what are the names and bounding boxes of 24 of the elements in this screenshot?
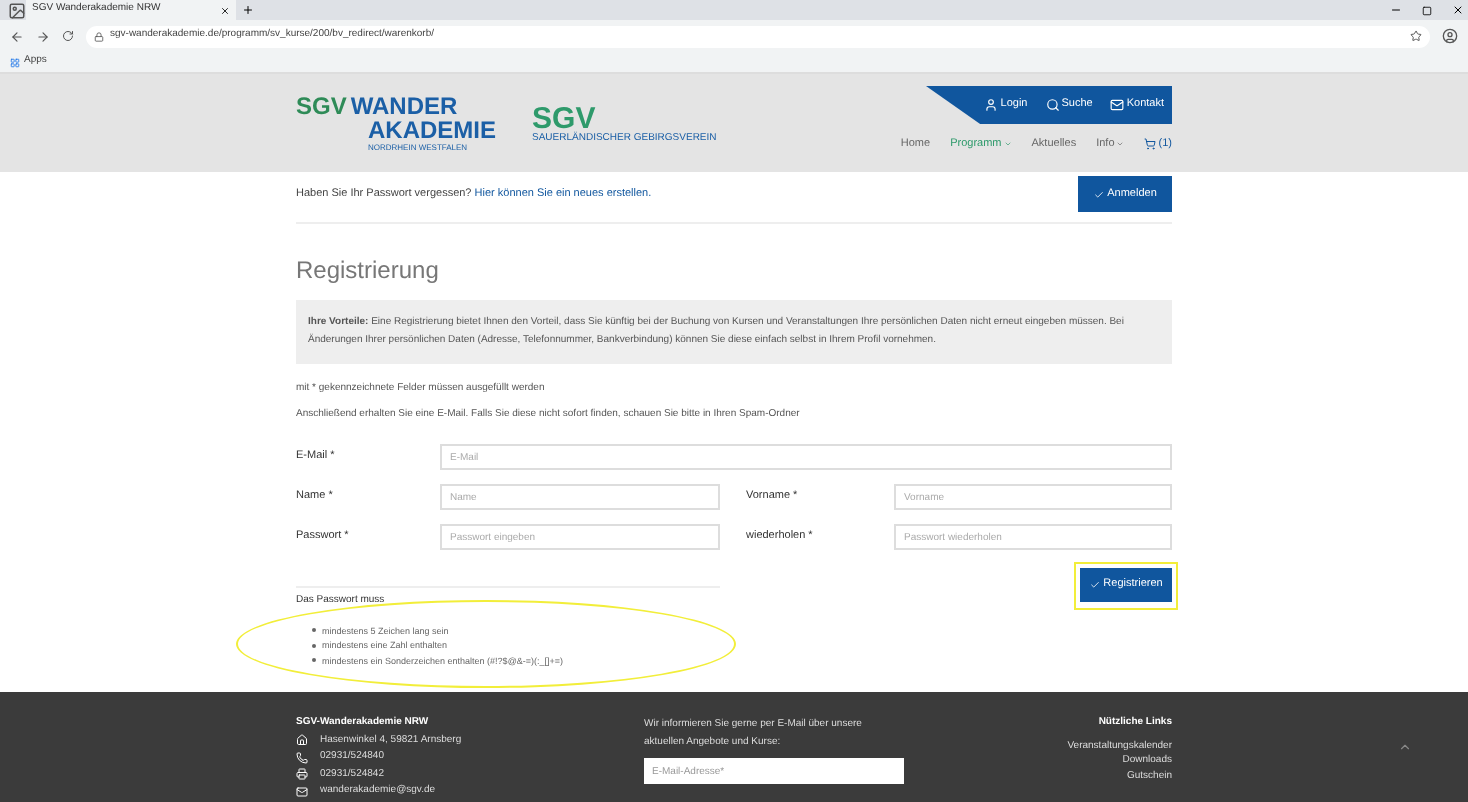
mail-icon: [1110, 98, 1125, 112]
scroll-top-icon[interactable]: [1398, 740, 1412, 754]
bookmark-star-icon[interactable]: [1410, 30, 1422, 42]
minimize-icon[interactable]: [1390, 4, 1402, 16]
mail-icon: [296, 785, 308, 798]
search-icon: [1045, 98, 1060, 112]
reload-icon[interactable]: [62, 30, 74, 42]
user-icon: [984, 98, 999, 112]
printer-icon: [296, 768, 308, 781]
new-tab-icon[interactable]: [242, 4, 254, 16]
phone-icon: [296, 751, 308, 764]
apps-grid-icon: [10, 57, 20, 67]
image-icon: [8, 1, 26, 19]
back-icon[interactable]: [10, 29, 24, 43]
home-icon: [296, 734, 308, 747]
profile-icon[interactable]: [1442, 28, 1458, 44]
check-icon: [1093, 189, 1104, 199]
maximize-icon[interactable]: [1422, 5, 1432, 15]
lock-icon: [94, 31, 104, 41]
forward-icon[interactable]: [36, 29, 50, 43]
check-icon: [1089, 580, 1100, 590]
page-title: Registrierung: [296, 254, 441, 288]
cart-icon: [1144, 138, 1157, 151]
close-icon[interactable]: [1452, 4, 1464, 16]
